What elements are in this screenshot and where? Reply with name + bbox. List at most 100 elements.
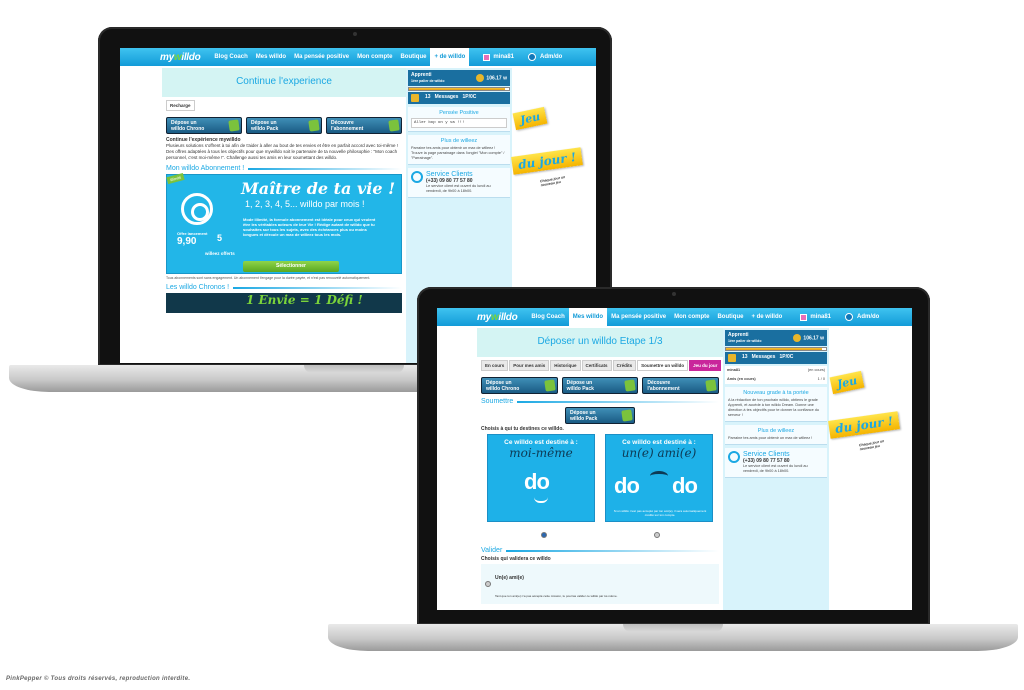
grade-title: Nouveau grade à ta portée: [743, 390, 809, 396]
nav-pensee-positive[interactable]: Ma pensée positive: [607, 308, 670, 326]
jeu-subtitle: Chaque jour un nouveau jeu: [858, 439, 885, 452]
main-column: Continue l'experience Recharge Dépose un…: [162, 68, 406, 363]
copyright-footer: PinkPepper © Tous droits réservés, repro…: [6, 676, 191, 682]
power-icon[interactable]: [528, 53, 536, 61]
tab-credits[interactable]: Crédits: [612, 360, 637, 371]
willeez-title: Plus de willeez: [440, 138, 478, 144]
pencil-icon: [621, 409, 633, 422]
option-ami[interactable]: Un(e) ami(e) Tant que ton ami(e) n'a pas …: [481, 564, 719, 604]
depose-chrono-button[interactable]: Dépose un willdo Chrono: [481, 377, 558, 394]
abonnement-promo: Illimité Maître de ta vie ! 1, 2, 3, 4, …: [166, 172, 402, 274]
nav-boutique[interactable]: Boutique: [396, 48, 430, 66]
promo-note: Tous abonnements sont sans engagement. U…: [166, 276, 371, 280]
tab-certificats[interactable]: Certificats: [581, 360, 612, 371]
jeu-tag[interactable]: Jeu: [829, 370, 865, 395]
pencil-icon: [543, 379, 556, 392]
coin-icon: [793, 334, 802, 342]
du-jour-tag[interactable]: du jour !: [511, 147, 584, 175]
nav-mon-compte[interactable]: Mon compte: [670, 308, 713, 326]
jeu-subtitle: Chaque jour un nouveau jeu: [539, 175, 566, 188]
site-logo[interactable]: mywilldo: [477, 312, 518, 323]
admin-link[interactable]: Adm/do: [857, 314, 879, 320]
site-logo[interactable]: mywilldo: [160, 52, 201, 63]
pensee-box: Pensée Positive Aller bop on y va !!!: [408, 107, 510, 132]
nav-blog-coach[interactable]: Blog Coach: [527, 308, 568, 326]
do-mascot-icon: do: [614, 473, 640, 498]
camera-icon: [671, 292, 676, 296]
card-recipient: un(e) ami(e): [621, 446, 697, 460]
radio-ami[interactable]: [653, 532, 660, 538]
promo-offer: 5: [217, 233, 223, 243]
laptop-b-base: [328, 624, 1018, 651]
nav-plus-de-willdo[interactable]: + de willdo: [430, 48, 470, 66]
intro-text: Plusieurs solutions s'offrent à toi afin…: [166, 143, 399, 160]
camera-icon: [353, 32, 357, 36]
nav-pensee-positive[interactable]: Ma pensée positive: [290, 48, 353, 66]
abonnement-button[interactable]: Découvre l'abonnement: [326, 117, 402, 134]
messages-box[interactable]: 13 Messages 1P/0C: [408, 92, 510, 104]
select-button[interactable]: Sélectionner: [243, 261, 339, 272]
user-name: mina81: [810, 314, 831, 320]
service-icon: [411, 171, 423, 183]
user-name: mina81: [493, 54, 514, 60]
abonnement-button[interactable]: Découvre l'abonnement: [642, 377, 720, 394]
nav-mes-willdo[interactable]: Mes willdo: [252, 48, 290, 66]
tab-soumettre[interactable]: Soumettre un willdo: [637, 360, 689, 371]
tab-historique[interactable]: Historique: [550, 360, 581, 371]
service-title: Service Clients: [426, 171, 473, 178]
service-clients-box: Service Clients (+33) 09 80 77 57 80 Le se…: [408, 168, 510, 198]
depose-pack-button[interactable]: Dépose un willdo Pack: [561, 377, 639, 394]
intro-block: Continue l'expérience mywilldo Plusieurs …: [166, 137, 402, 161]
willeez-text: Parraine tes amis pour obtenir un max de…: [728, 436, 813, 440]
radio-moi-meme[interactable]: [540, 532, 547, 538]
smile-icon: [534, 497, 548, 503]
service-clients-box: Service Clients (+33) 09 80 77 57 80 Le se…: [725, 448, 827, 478]
service-text: Le service client est ouvert du lundi au…: [743, 464, 808, 473]
tab-jeu-du-jour[interactable]: Jeu du jour: [689, 360, 722, 371]
card-title: Ce willdo est destiné à :: [504, 439, 578, 446]
choose-recipient-label: Choisis à qui tu destines ce willdo.: [481, 426, 564, 432]
card-note: Si un willdo n'est pas accepté par ton a…: [613, 509, 707, 517]
power-icon[interactable]: [845, 313, 853, 321]
card-title: Ce willdo est destiné à :: [622, 439, 696, 446]
nav-plus-de-willdo[interactable]: + de willdo: [747, 308, 786, 326]
tab-en-cours[interactable]: En cours: [481, 360, 509, 371]
grade-text: A la rédaction de ton prochain willdo, o…: [728, 398, 819, 417]
pack-buttons: Dépose un willdo Chrono Dépose un willdo P…: [481, 377, 720, 394]
promo-offer-label: willeez offerts: [205, 251, 235, 256]
willdo-logo-icon: [181, 193, 213, 225]
nav-blog-coach[interactable]: Blog Coach: [210, 48, 251, 66]
recipient-cards: Ce willdo est destiné à : moi-même do Ce…: [481, 434, 719, 522]
messages-box[interactable]: 13 Messages 1P/0C: [725, 352, 827, 364]
depose-pack-button[interactable]: Dépose un willdo Pack: [246, 117, 322, 134]
card-ami[interactable]: Ce willdo est destiné à : un(e) ami(e) d…: [605, 434, 713, 522]
section-valider-title: Valider: [481, 547, 719, 554]
pencil-icon: [388, 119, 400, 132]
pencil-icon: [705, 379, 717, 392]
tab-pour-mes-amis[interactable]: Pour mes amis: [509, 360, 550, 371]
radio-option-ami[interactable]: [485, 581, 491, 587]
du-jour-tag[interactable]: du jour !: [828, 411, 901, 439]
promo-description: Mode illimité, la formule abonnement est…: [243, 217, 376, 237]
depose-pack-single-button[interactable]: Dépose un willdo Pack: [565, 407, 635, 424]
envelope-icon: [411, 94, 419, 102]
pencil-icon: [228, 119, 240, 132]
card-moi-meme[interactable]: Ce willdo est destiné à : moi-même do: [487, 434, 595, 522]
top-navigation: mywilldo Blog Coach Mes willdo Ma pensée…: [437, 308, 912, 326]
user-menu[interactable]: mina81: [800, 313, 831, 321]
nav-mes-willdo[interactable]: Mes willdo: [568, 308, 608, 326]
laptop-b-screen: mywilldo Blog Coach Mes willdo Ma pensée…: [437, 308, 912, 610]
choose-validator-label: Choisis qui validera ce willdo: [481, 556, 551, 562]
user-menu[interactable]: mina81: [483, 53, 514, 61]
jeu-tag[interactable]: Jeu: [512, 106, 548, 131]
admin-link[interactable]: Adm/do: [540, 54, 562, 60]
tab-bar: En cours Pour mes amis Historique Certif…: [481, 357, 722, 374]
envelope-icon: [728, 354, 736, 362]
nav-mon-compte[interactable]: Mon compte: [353, 48, 396, 66]
depose-chrono-button[interactable]: Dépose un willdo Chrono: [166, 117, 242, 134]
tab-recharge[interactable]: Recharge: [166, 100, 195, 111]
grade-box: Apprenti 1ère palier de willdo 106.17 w: [408, 70, 510, 86]
nav-boutique[interactable]: Boutique: [713, 308, 747, 326]
progress-bar: [408, 87, 510, 91]
grade-box-info: Nouveau grade à ta portée A la rédaction …: [725, 387, 827, 422]
